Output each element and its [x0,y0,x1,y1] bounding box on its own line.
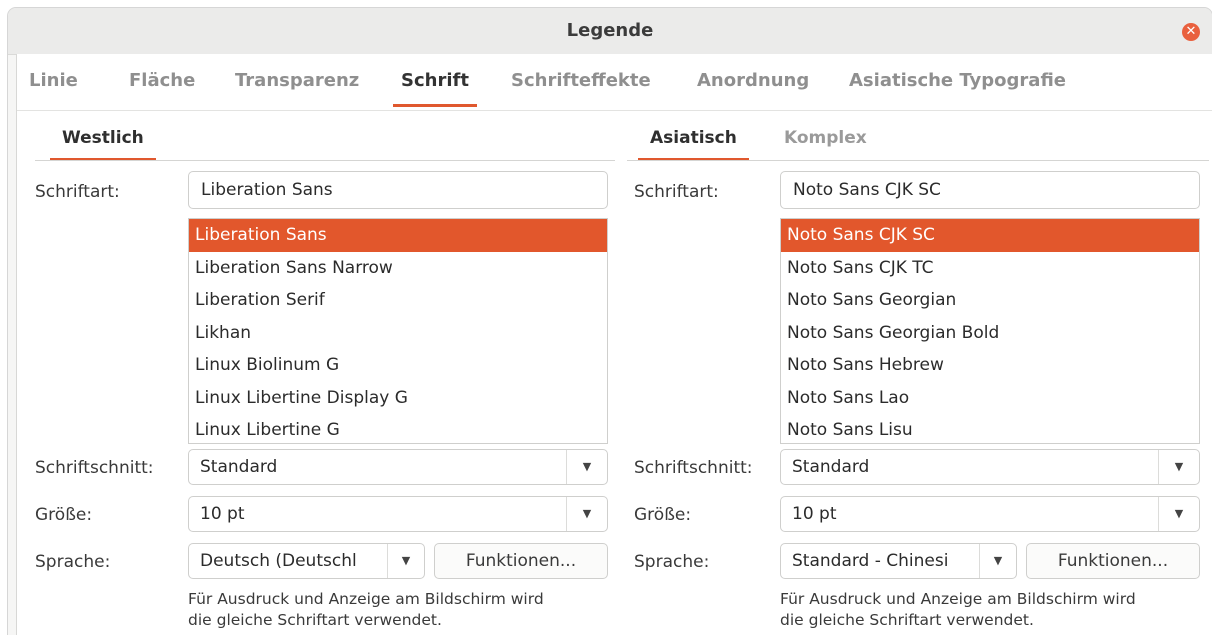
tab-linie[interactable]: Linie [29,70,78,91]
asian-font-list[interactable]: Noto Sans CJK SC Noto Sans CJK TC Noto S… [780,218,1200,444]
western-size-value: 10 pt [200,504,245,524]
list-item[interactable]: Liberation Sans Narrow [189,252,607,285]
tab-anordnung[interactable]: Anordnung [697,70,809,91]
dialog-content: Linie Fläche Transparenz Schrift Schrift… [16,54,1212,635]
titlebar: Legende ✕ [8,8,1212,55]
chevron-down-icon[interactable]: ▼ [1159,450,1199,484]
list-item[interactable]: Noto Sans Georgian Bold [781,317,1199,350]
note-line: Für Ausdruck und Anzeige am Bildschirm w… [780,590,1136,608]
chevron-down-icon[interactable]: ▼ [388,544,424,578]
subtab-komplex[interactable]: Komplex [784,128,867,148]
tab-transparenz[interactable]: Transparenz [235,70,359,91]
western-language-select[interactable]: Deutsch (Deutschl ▼ [188,543,425,579]
tab-flaeche[interactable]: Fläche [129,70,195,91]
active-tab-indicator [393,104,477,107]
asian-size-label: Größe: [634,505,692,525]
note-line: die gleiche Schriftart verwendet. [188,611,442,629]
tab-schrift[interactable]: Schrift [393,70,477,107]
asian-language-value: Standard - Chinesi [792,551,949,571]
asian-size-value: 10 pt [792,504,837,524]
list-item[interactable]: Noto Sans Lao [781,382,1199,415]
western-font-input[interactable]: Liberation Sans [188,171,608,209]
list-item[interactable]: Noto Sans Lisu [781,414,1199,443]
chevron-down-icon[interactable]: ▼ [1159,497,1199,531]
note-line: Für Ausdruck und Anzeige am Bildschirm w… [188,590,544,608]
main-tab-bar: Linie Fläche Transparenz Schrift Schrift… [17,54,1212,110]
list-item[interactable]: Linux Libertine G [189,414,607,443]
asian-style-value: Standard [792,457,870,477]
list-item[interactable]: Noto Sans CJK TC [781,252,1199,285]
asian-style-select[interactable]: Standard ▼ [780,449,1200,485]
note-line: die gleiche Schriftart verwendet. [780,611,1034,629]
close-icon[interactable]: ✕ [1182,23,1200,41]
list-item[interactable]: Liberation Sans [189,219,607,252]
western-style-label: Schriftschnitt: [35,458,154,478]
western-language-label: Sprache: [35,552,111,572]
subtab-westlich[interactable]: Westlich [50,128,156,161]
western-language-value: Deutsch (Deutschl [200,551,357,571]
asian-style-label: Schriftschnitt: [634,458,753,478]
list-item[interactable]: Noto Sans Georgian [781,284,1199,317]
western-note: Für Ausdruck und Anzeige am Bildschirm w… [188,589,544,631]
asian-divider [627,160,1209,161]
asian-language-label: Sprache: [634,552,710,572]
asian-size-select[interactable]: 10 pt ▼ [780,496,1200,532]
asian-font-label: Schriftart: [634,182,719,202]
western-font-label: Schriftart: [35,182,120,202]
list-item[interactable]: Likhan [189,317,607,350]
subtab-asiatisch[interactable]: Asiatisch [638,128,749,161]
dialog-window: Legende ✕ Linie Fläche Transparenz Schri… [8,8,1212,635]
asian-font-input[interactable]: Noto Sans CJK SC [780,171,1200,209]
western-features-button[interactable]: Funktionen... [434,543,608,579]
chevron-down-icon[interactable]: ▼ [567,450,607,484]
western-size-select[interactable]: 10 pt ▼ [188,496,608,532]
tab-schrifteffekte[interactable]: Schrifteffekte [511,70,651,91]
western-size-label: Größe: [35,505,93,525]
chevron-down-icon[interactable]: ▼ [567,497,607,531]
dialog-title: Legende [566,20,654,41]
asian-features-button[interactable]: Funktionen... [1026,543,1200,579]
western-font-list[interactable]: Liberation Sans Liberation Sans Narrow L… [188,218,608,444]
western-style-select[interactable]: Standard ▼ [188,449,608,485]
asian-note: Für Ausdruck und Anzeige am Bildschirm w… [780,589,1136,631]
list-item[interactable]: Noto Sans Hebrew [781,349,1199,382]
chevron-down-icon[interactable]: ▼ [980,544,1016,578]
western-divider [35,160,615,161]
list-item[interactable]: Noto Sans CJK SC [781,219,1199,252]
list-item[interactable]: Linux Libertine Display G [189,382,607,415]
tab-asiatische-typografie[interactable]: Asiatische Typografie [849,70,1066,91]
western-style-value: Standard [200,457,278,477]
tab-divider [17,110,1212,111]
asian-language-select[interactable]: Standard - Chinesi ▼ [780,543,1017,579]
list-item[interactable]: Liberation Serif [189,284,607,317]
list-item[interactable]: Linux Biolinum G [189,349,607,382]
